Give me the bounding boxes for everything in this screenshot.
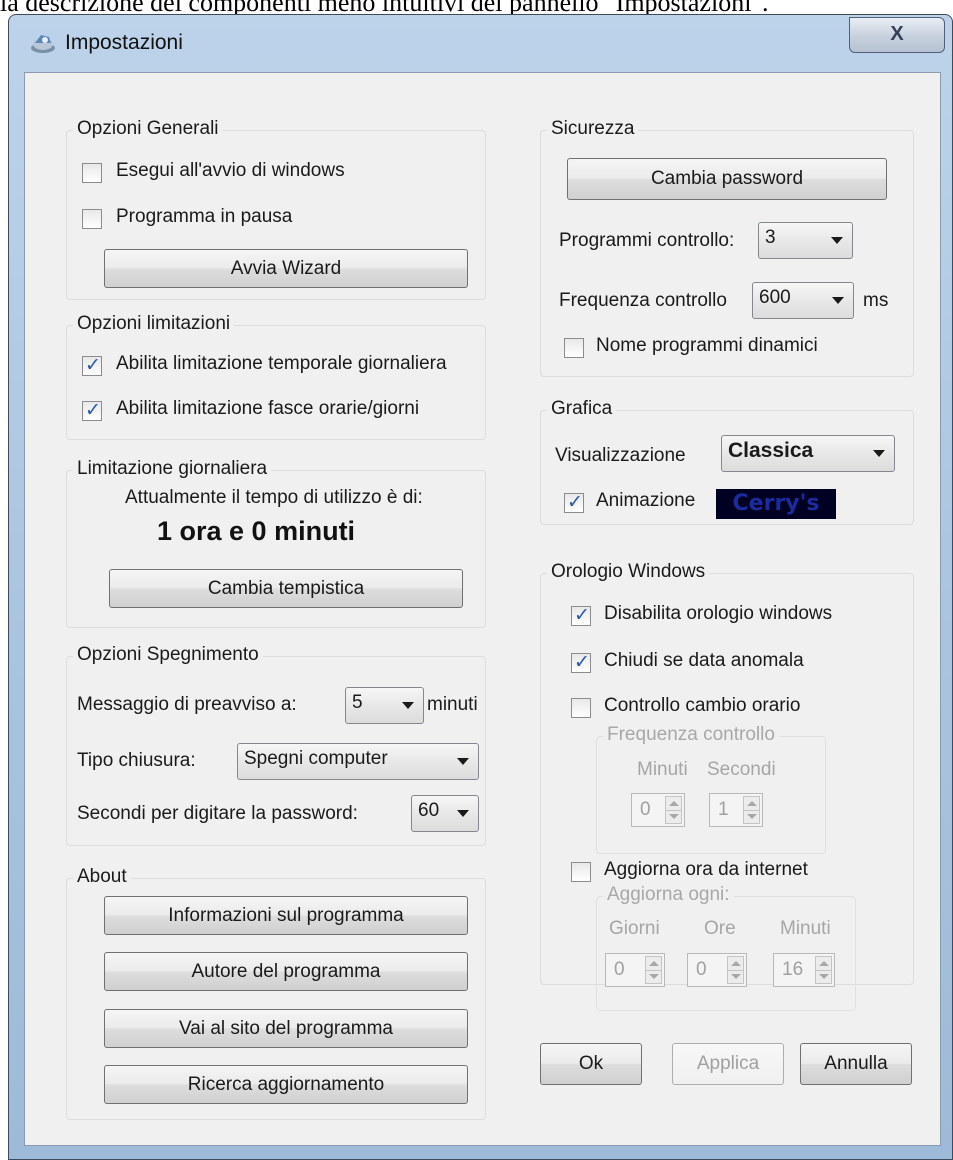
frequenza-secondi-spinner[interactable]: 1 bbox=[709, 793, 763, 827]
group-opzioni-spegnimento: Opzioni Spegnimento Messaggio di preavvi… bbox=[66, 644, 486, 846]
messaggio-combo[interactable]: 5 bbox=[345, 687, 424, 724]
aggiorna-giorni-spinner[interactable]: 0 bbox=[605, 953, 665, 987]
applica-button[interactable]: Applica bbox=[672, 1043, 784, 1085]
checkbox-limitazione-fasce[interactable] bbox=[82, 399, 102, 422]
checkbox-esegui-avvio[interactable] bbox=[82, 163, 102, 183]
group-opzioni-generali: Opzioni Generali Esegui all'avvio di win… bbox=[66, 118, 486, 300]
checkbox-label: Abilita limitazione fasce orarie/giorni bbox=[116, 398, 420, 419]
title-bar: Impostazioni X bbox=[9, 15, 952, 71]
secondi-combo[interactable]: 60 bbox=[411, 795, 479, 832]
spinner-arrows-icon bbox=[665, 796, 682, 824]
close-icon: X bbox=[890, 23, 904, 45]
annulla-button[interactable]: Annulla bbox=[800, 1043, 912, 1085]
aggiorna-minuti-spinner[interactable]: 16 bbox=[773, 953, 835, 987]
spinner-arrows-icon bbox=[743, 796, 760, 824]
frequenza-unit: ms bbox=[863, 290, 889, 311]
group-legend: Orologio Windows bbox=[547, 561, 710, 583]
informazioni-programma-button[interactable]: Informazioni sul programma bbox=[104, 896, 468, 935]
group-legend: Frequenza controllo bbox=[603, 724, 779, 746]
checkbox-disabilita-orologio[interactable] bbox=[571, 604, 591, 627]
group-opzioni-limitazioni: Opzioni limitazioni Abilita limitazione … bbox=[66, 313, 486, 440]
secondi-label: Secondi bbox=[707, 759, 776, 780]
checkbox-animazione[interactable] bbox=[564, 491, 584, 514]
chevron-down-icon bbox=[832, 297, 844, 304]
group-legend: Opzioni Generali bbox=[73, 118, 223, 140]
checkbox-aggiorna-ora-internet[interactable] bbox=[571, 862, 591, 882]
checkbox-label: Programma in pausa bbox=[116, 206, 293, 227]
tipo-chiusura-combo[interactable]: Spegni computer bbox=[237, 743, 479, 780]
checkbox-label: Aggiorna ora da internet bbox=[604, 859, 808, 880]
animation-preview: Cerry's bbox=[716, 489, 836, 519]
checkbox-programma-pausa[interactable] bbox=[82, 209, 102, 229]
usage-info-text: Attualmente il tempo di utilizzo è di: bbox=[125, 487, 423, 508]
checkbox-nome-programmi-dinamici[interactable] bbox=[564, 338, 584, 358]
checkbox-controllo-cambio-orario[interactable] bbox=[571, 698, 591, 718]
group-legend: Opzioni limitazioni bbox=[73, 313, 235, 335]
group-legend: Aggiorna ogni: bbox=[603, 884, 734, 906]
group-legend: Grafica bbox=[547, 398, 617, 420]
group-legend: Sicurezza bbox=[547, 118, 639, 140]
app-icon bbox=[31, 35, 55, 53]
secondi-label: Secondi per digitare la password: bbox=[77, 803, 358, 824]
frequenza-controllo-label: Frequenza controllo bbox=[559, 290, 727, 311]
messaggio-unit: minuti bbox=[427, 694, 478, 715]
programmi-controllo-combo[interactable]: 3 bbox=[758, 222, 853, 259]
ricerca-aggiornamento-button[interactable]: Ricerca aggiornamento bbox=[104, 1065, 468, 1104]
group-aggiorna-ogni: Aggiorna ogni: Giorni Ore Minuti 0 0 16 bbox=[596, 884, 856, 1011]
window-title: Impostazioni bbox=[65, 31, 183, 54]
group-orologio-windows: Orologio Windows Disabilita orologio win… bbox=[540, 561, 914, 1011]
ok-button[interactable]: Ok bbox=[540, 1043, 642, 1085]
visualizzazione-label: Visualizzazione bbox=[555, 445, 686, 466]
checkbox-chiudi-data-anomala[interactable] bbox=[571, 651, 591, 674]
chevron-down-icon bbox=[457, 810, 469, 817]
minuti-label: Minuti bbox=[637, 759, 688, 780]
group-legend: Limitazione giornaliera bbox=[73, 458, 272, 480]
checkbox-label: Animazione bbox=[596, 490, 696, 511]
frequenza-minuti-spinner[interactable]: 0 bbox=[631, 793, 685, 827]
chevron-down-icon bbox=[457, 758, 469, 765]
group-sicurezza: Sicurezza Cambia password Programmi cont… bbox=[540, 118, 914, 377]
aggiorna-ore-spinner[interactable]: 0 bbox=[687, 953, 747, 987]
vai-al-sito-button[interactable]: Vai al sito del programma bbox=[104, 1009, 468, 1048]
dialog-client-area: Opzioni Generali Esegui all'avvio di win… bbox=[24, 72, 941, 1146]
chevron-down-icon bbox=[873, 450, 885, 457]
frequenza-controllo-combo[interactable]: 600 bbox=[752, 282, 854, 319]
checkbox-limitazione-temporale[interactable] bbox=[82, 354, 102, 377]
spinner-arrows-icon bbox=[645, 956, 662, 984]
group-about: About Informazioni sul programma Autore … bbox=[66, 866, 486, 1120]
programmi-controllo-label: Programmi controllo: bbox=[559, 230, 735, 251]
checkbox-label: Controllo cambio orario bbox=[604, 695, 801, 716]
checkbox-label: Chiudi se data anomala bbox=[604, 650, 804, 671]
group-legend: About bbox=[73, 866, 131, 888]
cambia-password-button[interactable]: Cambia password bbox=[567, 158, 887, 200]
group-legend: Opzioni Spegnimento bbox=[73, 644, 263, 666]
checkbox-label: Disabilita orologio windows bbox=[604, 603, 833, 624]
group-grafica: Grafica Visualizzazione Classica Animazi… bbox=[540, 398, 914, 525]
close-button[interactable]: X bbox=[849, 17, 945, 53]
spinner-arrows-icon bbox=[727, 956, 744, 984]
messaggio-label: Messaggio di preavviso a: bbox=[77, 694, 297, 715]
ore-label: Ore bbox=[704, 918, 736, 939]
usage-time: 1 ora e 0 minuti bbox=[157, 516, 356, 546]
cambia-tempistica-button[interactable]: Cambia tempistica bbox=[109, 569, 463, 608]
autore-programma-button[interactable]: Autore del programma bbox=[104, 952, 468, 991]
checkbox-label: Nome programmi dinamici bbox=[596, 335, 818, 356]
minuti-label: Minuti bbox=[780, 918, 831, 939]
spinner-arrows-icon bbox=[815, 956, 832, 984]
avvia-wizard-button[interactable]: Avvia Wizard bbox=[104, 249, 468, 288]
group-frequenza-controllo: Frequenza controllo Minuti Secondi 0 1 bbox=[596, 724, 826, 854]
checkbox-label: Abilita limitazione temporale giornalier… bbox=[116, 353, 447, 374]
tipo-label: Tipo chiusura: bbox=[77, 750, 196, 771]
chevron-down-icon bbox=[402, 702, 414, 709]
giorni-label: Giorni bbox=[609, 918, 660, 939]
group-limitazione-giornaliera: Limitazione giornaliera Attualmente il t… bbox=[66, 458, 486, 628]
visualizzazione-combo[interactable]: Classica bbox=[721, 435, 895, 472]
settings-window: Impostazioni X Opzioni Generali Esegui a… bbox=[8, 14, 953, 1160]
checkbox-label: Esegui all'avvio di windows bbox=[116, 160, 345, 181]
chevron-down-icon bbox=[831, 237, 843, 244]
